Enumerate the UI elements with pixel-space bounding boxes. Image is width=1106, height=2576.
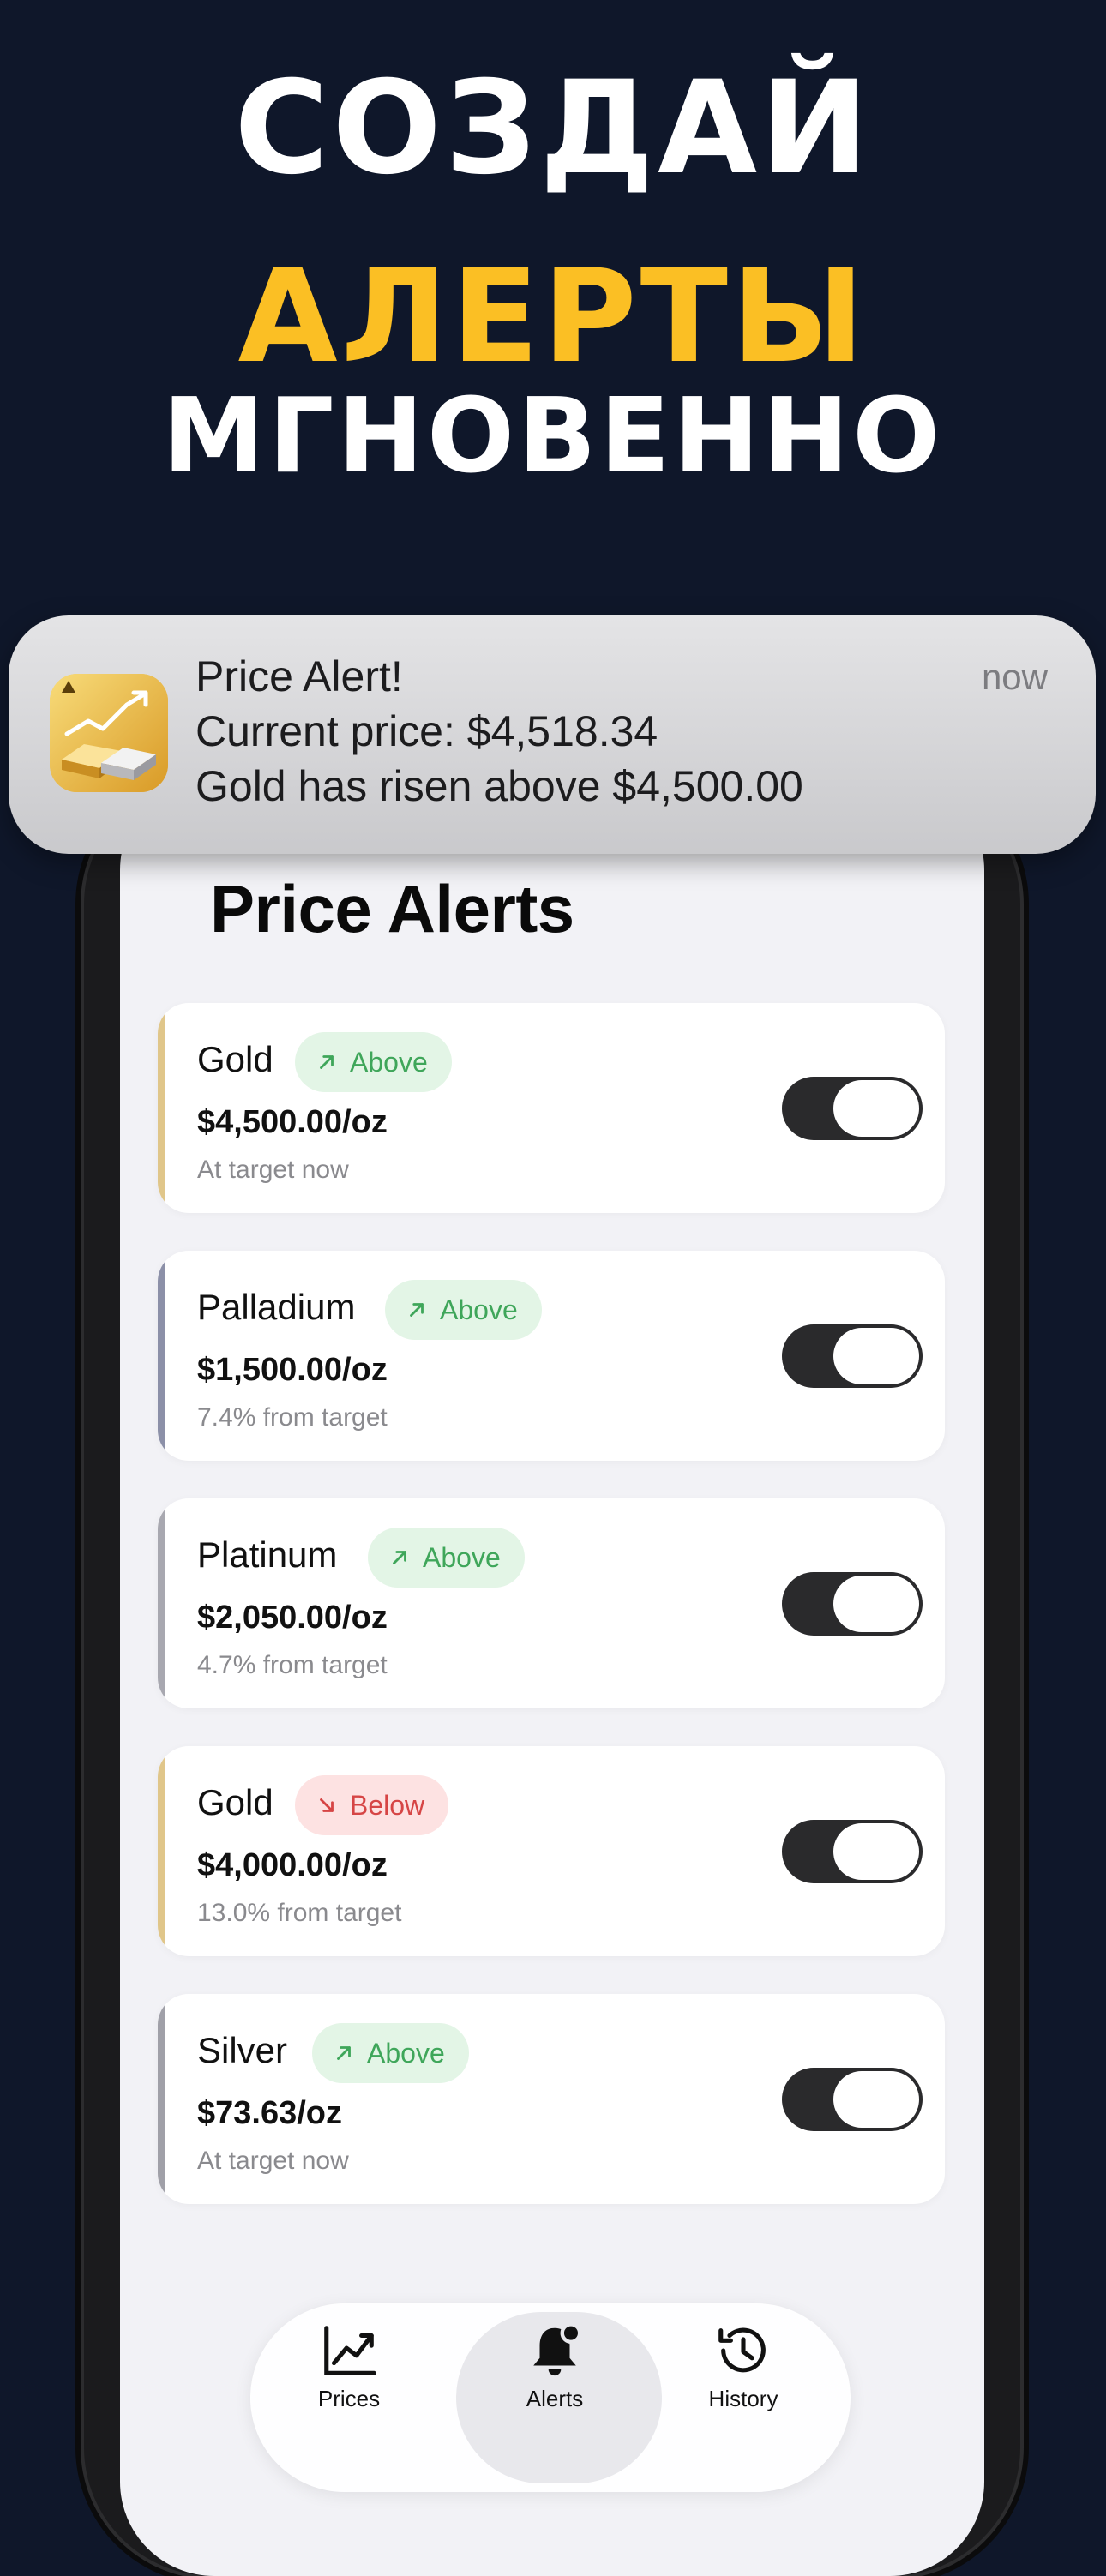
metal-name: Palladium (197, 1287, 356, 1327)
phone-screen: Price Alerts Gold Above $4,500.00/oz At … (120, 776, 984, 2576)
tab-label: Alerts (526, 2386, 584, 2411)
metal-name: Gold (197, 1782, 273, 1822)
toggle-knob (833, 1080, 919, 1137)
alert-toggle[interactable] (782, 1324, 923, 1388)
alert-list: Gold Above $4,500.00/oz At target now Pa… (158, 1003, 945, 2242)
alert-card[interactable]: Platinum Above $2,050.00/oz 4.7% from ta… (158, 1498, 945, 1708)
chart-line-icon (324, 2326, 376, 2375)
alert-toggle[interactable] (782, 1077, 923, 1140)
toggle-knob (833, 1823, 919, 1880)
direction-label: Below (350, 1789, 425, 1821)
tab-label: Prices (317, 2386, 381, 2411)
target-status: At target now (197, 2147, 349, 2175)
gold-bars-chart-icon (50, 674, 168, 792)
target-price: $4,500.00/oz (197, 1104, 388, 1140)
card-accent-bar (158, 1746, 165, 1956)
direction-badge: Above (312, 2023, 469, 2083)
arrow-down-right-icon (320, 1798, 334, 1812)
notification-current-price: Current price: $4,518.34 (195, 707, 658, 755)
notification-time: now (981, 657, 1048, 697)
alert-toggle[interactable] (782, 2068, 923, 2131)
direction-badge: Above (368, 1528, 525, 1588)
card-accent-bar (158, 1994, 165, 2204)
direction-label: Above (440, 1294, 518, 1325)
page-title: Price Alerts (210, 871, 574, 946)
arrow-up-right-icon (393, 1551, 406, 1564)
alert-toggle[interactable] (782, 1820, 923, 1883)
toggle-knob (833, 1576, 919, 1632)
target-price: $1,500.00/oz (197, 1352, 388, 1388)
alert-card[interactable]: Silver Above $73.63/oz At target now (158, 1994, 945, 2204)
arrow-up-right-icon (410, 1303, 424, 1317)
target-status: 13.0% from target (197, 1899, 402, 1927)
alert-card[interactable]: Gold Below $4,000.00/oz 13.0% from targe… (158, 1746, 945, 1956)
direction-label: Above (423, 1541, 501, 1573)
tab-history[interactable]: History (645, 2303, 842, 2492)
metal-name: Silver (197, 2030, 288, 2070)
metal-name: Platinum (197, 1534, 338, 1575)
notification-message: Gold has risen above $4,500.00 (195, 762, 803, 810)
hero-line-alerts: АЛЕРТЫ (237, 243, 869, 392)
direction-label: Above (350, 1046, 428, 1078)
card-accent-bar (158, 1498, 165, 1708)
target-price: $73.63/oz (197, 2095, 342, 2131)
direction-badge: Above (295, 1032, 452, 1092)
tab-label: History (708, 2386, 778, 2411)
tab-bar: Prices Alerts History (250, 2303, 851, 2492)
direction-badge: Below (295, 1775, 449, 1835)
direction-label: Above (367, 2037, 445, 2069)
clock-history-icon (718, 2327, 766, 2373)
hero-line-instantly: МГНОВЕННО (162, 377, 944, 496)
target-status: 4.7% from target (197, 1651, 388, 1679)
alert-card[interactable]: Palladium Above $1,500.00/oz 7.4% from t… (158, 1251, 945, 1461)
arrow-up-right-icon (337, 2046, 351, 2060)
push-notification[interactable]: Price Alert! Current price: $4,518.34 Go… (9, 615, 1096, 854)
bell-badge-icon (533, 2322, 582, 2376)
target-price: $2,050.00/oz (197, 1600, 388, 1636)
target-status: 7.4% from target (197, 1403, 388, 1432)
direction-badge: Above (385, 1280, 542, 1340)
alert-card[interactable]: Gold Above $4,500.00/oz At target now (158, 1003, 945, 1213)
metal-name: Gold (197, 1039, 273, 1079)
toggle-knob (833, 2071, 919, 2128)
notification-title: Price Alert! (195, 652, 403, 700)
card-accent-bar (158, 1251, 165, 1461)
target-price: $4,000.00/oz (197, 1847, 388, 1883)
tab-alerts[interactable]: Alerts (448, 2303, 662, 2492)
card-accent-bar (158, 1003, 165, 1213)
target-status: At target now (197, 1156, 349, 1184)
phone-frame: Price Alerts Gold Above $4,500.00/oz At … (84, 776, 1020, 2576)
hero-line-create: СОЗДАЙ (234, 54, 872, 203)
toggle-knob (833, 1328, 919, 1384)
alert-toggle[interactable] (782, 1572, 923, 1636)
arrow-up-right-icon (320, 1055, 334, 1069)
tab-prices[interactable]: Prices (250, 2303, 448, 2492)
